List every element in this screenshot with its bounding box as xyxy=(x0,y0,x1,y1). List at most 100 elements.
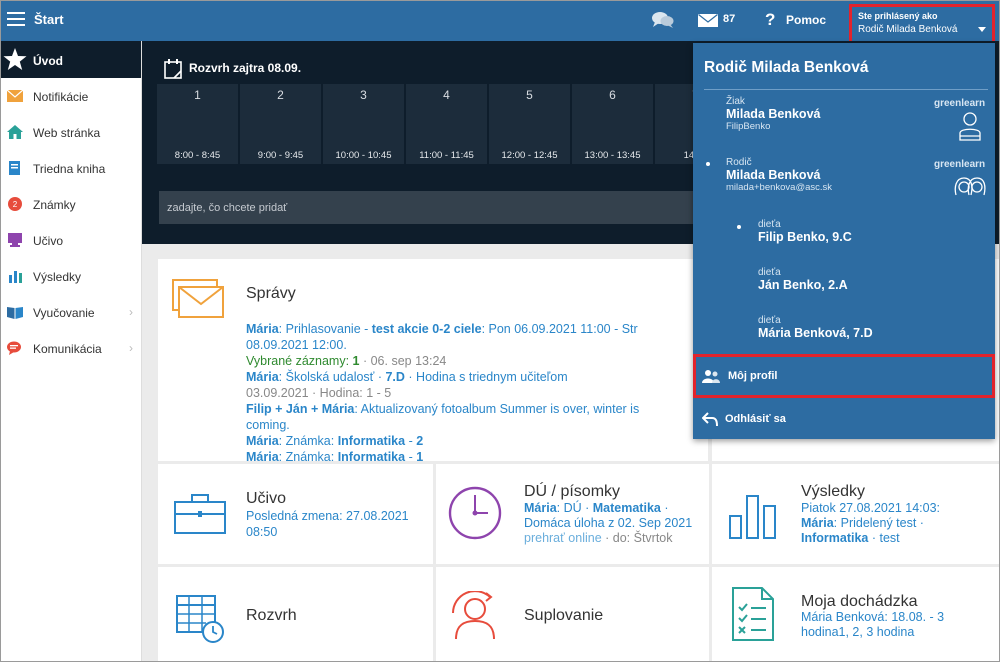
mail-count-badge[interactable]: 87 xyxy=(723,13,735,25)
tile-text: Informatika · test xyxy=(801,531,900,546)
calendar-icon xyxy=(164,59,182,79)
tile-title: Suplovanie xyxy=(524,607,604,624)
sidebar-item-vyucovanie[interactable]: Vyučovanie › xyxy=(1,294,141,330)
child-item[interactable]: dieťa Ján Benko, 2.A xyxy=(758,267,848,292)
sidebar-item-web-stranka[interactable]: Web stránka xyxy=(1,114,141,150)
envelope-icon xyxy=(7,89,23,102)
tile-ucivo[interactable]: Učivo Posledná zmena: 27.08.2021 08:50 xyxy=(158,464,433,564)
student-avatar-icon xyxy=(959,112,981,141)
period-number: 1 xyxy=(194,88,201,102)
sidebar-item-label: Úvod xyxy=(33,54,63,68)
page-title[interactable]: Štart xyxy=(34,12,64,27)
sidebar-item-vysledky[interactable]: Výsledky xyxy=(1,258,141,294)
message-item[interactable]: Mária: Známka: Informatika - 1 xyxy=(246,449,686,465)
sidebar-item-label: Komunikácia xyxy=(33,342,102,356)
tile-text-part: : DÚ · xyxy=(556,501,593,515)
period-cell[interactable]: 4 11:00 - 11:45 xyxy=(406,84,487,164)
tile-dochadzka[interactable]: Moja dochádzka Mária Benková: 18.08. - 3… xyxy=(712,567,999,661)
message-date: · 06. sep 13:24 xyxy=(359,354,447,368)
greenlearn-badge: greenlearn xyxy=(934,98,986,109)
active-child-dot xyxy=(737,225,741,229)
subject-name: Matematika xyxy=(592,501,661,515)
active-account-dot xyxy=(706,162,710,166)
chat-icon[interactable] xyxy=(652,11,674,29)
chevron-right-icon: › xyxy=(129,341,133,355)
messages-card[interactable]: Správy Mária: Prihlasovanie - test akcie… xyxy=(158,259,708,464)
envelopes-icon xyxy=(172,279,224,318)
tile-title: DÚ / písomky xyxy=(524,483,621,500)
my-profile-label: Môj profil xyxy=(728,370,778,382)
account-student[interactable]: Žiak Milada Benková FilipBenko xyxy=(726,96,820,132)
account-login: FilipBenko xyxy=(726,121,771,132)
period-time: 13:00 - 13:45 xyxy=(584,150,641,161)
period-number: 4 xyxy=(443,88,450,102)
account-parent[interactable]: Rodič Milada Benková milada+benkova@asc.… xyxy=(726,157,832,193)
due-date: · do: Štvrtok xyxy=(601,531,673,545)
sidebar-item-notifikacie[interactable]: Notifikácie xyxy=(1,78,141,114)
greenlearn-badge: greenlearn xyxy=(934,159,986,170)
sidebar-item-label: Učivo xyxy=(33,234,64,248)
user-dropdown-menu: Rodič Milada Benková Žiak Milada Benková… xyxy=(693,43,995,439)
period-number: 6 xyxy=(609,88,616,102)
child-item[interactable]: dieťa Filip Benko, 9.C xyxy=(758,219,852,244)
attendance-icon xyxy=(732,587,774,641)
student-name: Mária xyxy=(524,501,557,515)
my-profile-button[interactable]: Môj profil xyxy=(693,354,995,398)
help-link[interactable]: Pomoc xyxy=(786,13,826,27)
period-cell[interactable]: 2 9:00 - 9:45 xyxy=(240,84,321,164)
dropdown-title: Rodič Milada Benková xyxy=(704,59,869,76)
user-menu-toggle[interactable]: Ste prihlásený ako Rodič Milada Benková xyxy=(849,4,995,44)
sidebar-item-znamky[interactable]: 2 Známky xyxy=(1,186,141,222)
logout-button[interactable]: Odhlásiť sa xyxy=(693,401,995,439)
period-cell[interactable]: 5 12:00 - 12:45 xyxy=(489,84,570,164)
divider xyxy=(704,89,988,90)
period-cell[interactable]: 1 8:00 - 8:45 xyxy=(157,84,238,164)
sidebar-item-triedna-kniha[interactable]: Triedna kniha xyxy=(1,150,141,186)
tile-du-pisomky[interactable]: DÚ / písomky Mária: DÚ · Matematika · Do… xyxy=(436,464,709,564)
message-item[interactable]: Mária: Školská udalosť · 7.D · Hodina s … xyxy=(246,369,686,385)
schedule-title[interactable]: Rozvrh zajtra 08.09. xyxy=(189,61,301,75)
sidebar-item-label: Notifikácie xyxy=(33,90,89,104)
mail-icon[interactable] xyxy=(698,14,718,27)
sidebar-item-ucivo[interactable]: Učivo xyxy=(1,222,141,258)
message-text: · Hodina s triednym učiteľom xyxy=(404,370,568,384)
message-separator: - xyxy=(360,322,372,336)
period-number: 5 xyxy=(526,88,533,102)
message-item[interactable]: Mária: Známka: Informatika - 2 xyxy=(246,433,686,449)
message-separator: : xyxy=(278,322,286,336)
account-name: Milada Benková xyxy=(726,107,821,121)
sidebar-item-uvod[interactable]: Úvod xyxy=(1,41,141,78)
message-separator: - xyxy=(405,450,417,464)
logged-in-user: Rodič Milada Benková xyxy=(858,24,958,35)
tile-subtitle: Mária Benková: 18.08. - 3 xyxy=(801,610,945,624)
substitution-icon xyxy=(452,591,495,640)
period-time: 10:00 - 10:45 xyxy=(335,150,392,161)
period-cell[interactable]: 3 10:00 - 10:45 xyxy=(323,84,404,164)
message-item[interactable]: Filip + Ján + Mária: Aktualizovaný fotoa… xyxy=(246,401,686,433)
period-time: 9:00 - 9:45 xyxy=(257,150,304,161)
tile-rozvrh[interactable]: Rozvrh xyxy=(158,567,433,661)
message-meta: 03.09.2021 · Hodina: 1 - 5 xyxy=(246,386,392,400)
quick-add-input[interactable] xyxy=(159,191,699,224)
period-cell[interactable]: 6 13:00 - 13:45 xyxy=(572,84,653,164)
message-item[interactable]: Mária: Prihlasovanie - test akcie 0-2 ci… xyxy=(246,321,686,353)
caret-down-icon xyxy=(978,27,986,32)
hamburger-menu-icon[interactable] xyxy=(7,12,25,26)
play-online-link[interactable]: prehrať online xyxy=(524,531,602,545)
tile-suplovanie[interactable]: Suplovanie xyxy=(436,567,709,661)
tile-title: Učivo xyxy=(246,490,287,507)
app-window: Štart 87 ? Pomoc Ste prihlásený ako Rodi… xyxy=(0,0,1000,662)
message-subject: Informatika xyxy=(337,434,406,448)
account-role: Rodič xyxy=(726,157,752,168)
child-item[interactable]: dieťa Mária Benková, 7.D xyxy=(758,315,873,340)
sidebar-item-label: Triedna kniha xyxy=(33,162,106,176)
child-name: Mária Benková, 7.D xyxy=(758,326,873,340)
tile-vysledky[interactable]: Výsledky Piatok 27.08.2021 14:03: Mária:… xyxy=(712,464,999,564)
tile-subtitle: Posledná zmena: 27.08.2021 xyxy=(246,509,409,523)
account-email: milada+benkova@asc.sk xyxy=(726,182,833,193)
help-icon[interactable]: ? xyxy=(765,10,775,30)
sidebar-item-komunikacia[interactable]: Komunikácia › xyxy=(1,330,141,366)
bar-chart-icon xyxy=(9,271,22,283)
message-sender: Mária xyxy=(246,322,279,336)
period-time: 8:00 - 8:45 xyxy=(174,150,221,161)
